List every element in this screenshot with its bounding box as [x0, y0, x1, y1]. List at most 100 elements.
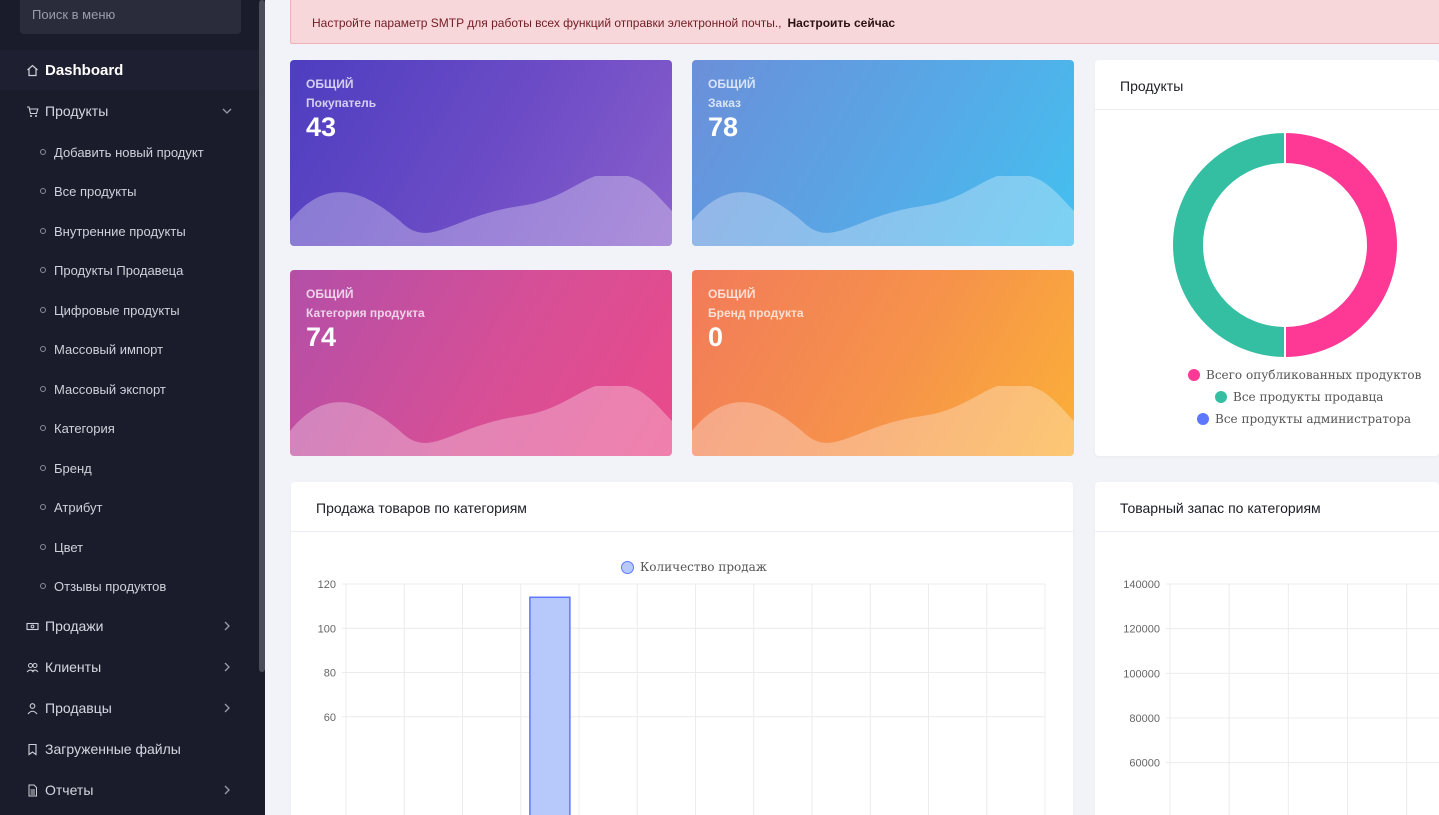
- user-icon: [25, 701, 39, 715]
- cart-icon: [25, 104, 39, 118]
- legend-item: Все продукты продавца: [1215, 390, 1383, 404]
- sidebar-item-products[interactable]: Продукты: [0, 91, 259, 131]
- stat-card-customers: ОБЩИЙ Покупатель 43: [290, 60, 672, 246]
- sidebar-subitem-label: Категория: [54, 420, 115, 436]
- sidebar-scrollbar[interactable]: [259, 0, 265, 672]
- sidebar-item-sales[interactable]: Продажи: [0, 606, 259, 646]
- sidebar-subitem-label: Массовый экспорт: [54, 381, 166, 397]
- bullet-icon: [40, 228, 46, 234]
- wave-decoration: [290, 386, 672, 456]
- y-tick-label: 100000: [1123, 668, 1160, 680]
- y-tick-label: 80000: [1129, 713, 1160, 725]
- panel-title: Продукты: [1120, 78, 1184, 94]
- products-panel: Продукты Всего опубликованных продуктов …: [1095, 60, 1439, 456]
- chevron-down-icon: [220, 104, 234, 118]
- sidebar-item-label: Загруженные файлы: [45, 741, 181, 757]
- legend-swatch: [1215, 391, 1227, 403]
- donut-slice: [1284, 130, 1399, 360]
- sidebar-item-sellers[interactable]: Продавцы: [0, 688, 259, 728]
- sidebar-subitem-label: Массовый импорт: [54, 341, 164, 357]
- smtp-alert: Настройте параметр SMTP для работы всех …: [290, 0, 1439, 44]
- sidebar-subitem-bulk-import[interactable]: Массовый импорт: [0, 334, 259, 364]
- sidebar-subitem-label: Все продукты: [54, 183, 137, 199]
- configure-now-link[interactable]: Настроить сейчас: [787, 16, 895, 30]
- legend-swatch: [1188, 369, 1200, 381]
- stat-label-name: Заказ: [708, 96, 741, 110]
- sidebar-subitem-add-product[interactable]: Добавить новый продукт: [0, 137, 259, 167]
- sidebar-subitem-bulk-export[interactable]: Массовый экспорт: [0, 374, 259, 404]
- sidebar-subitem-color[interactable]: Цвет: [0, 532, 259, 562]
- stat-label-total: ОБЩИЙ: [708, 77, 756, 91]
- y-tick-label: 60000: [1129, 758, 1160, 770]
- legend-swatch: [1197, 413, 1209, 425]
- donut-slice: [1171, 130, 1286, 360]
- sales-bar-chart: 120 100 80 60: [318, 579, 1046, 815]
- sidebar-subitem-seller-products[interactable]: Продукты Продавеца: [0, 255, 259, 285]
- bar: [529, 596, 571, 815]
- sidebar-subitem-inhouse-products[interactable]: Внутренние продукты: [0, 216, 259, 246]
- chevron-right-icon: [220, 701, 234, 715]
- y-tick-label: 120: [318, 579, 336, 591]
- sidebar-subitem-attribute[interactable]: Атрибут: [0, 492, 259, 522]
- bullet-icon: [40, 465, 46, 471]
- sidebar-subitem-label: Внутренние продукты: [54, 223, 186, 239]
- stat-value: 43: [306, 112, 337, 142]
- y-tick-label: 80: [324, 668, 336, 680]
- bullet-icon: [40, 188, 46, 194]
- bullet-icon: [40, 504, 46, 510]
- sales-by-category-panel: Продажа товаров по категориям Количество…: [291, 482, 1073, 815]
- home-icon: [25, 63, 39, 77]
- sidebar-item-reports[interactable]: Отчеты: [0, 770, 259, 810]
- stat-label-name: Категория продукта: [306, 306, 425, 320]
- sidebar-subitem-all-products[interactable]: Все продукты: [0, 176, 259, 206]
- sidebar: Поиск в меню Dashboard Продукты Добавить…: [0, 0, 265, 815]
- bullet-icon: [40, 425, 46, 431]
- legend-label: Все продукты продавца: [1233, 390, 1384, 404]
- stat-card-orders: ОБЩИЙ Заказ 78: [692, 60, 1074, 246]
- y-tick-label: 100: [318, 623, 336, 635]
- legend-item: Все продукты администратора: [1197, 412, 1411, 426]
- stat-label-total: ОБЩИЙ: [306, 77, 354, 91]
- legend-label: Всего опубликованных продуктов: [1206, 368, 1422, 382]
- users-icon: [25, 660, 39, 674]
- chevron-right-icon: [220, 619, 234, 633]
- sidebar-subitem-label: Добавить новый продукт: [54, 144, 204, 160]
- sidebar-item-customers[interactable]: Клиенты: [0, 647, 259, 687]
- chevron-right-icon: [220, 660, 234, 674]
- file-icon: [25, 783, 39, 797]
- bullet-icon: [40, 149, 46, 155]
- sidebar-subitem-category[interactable]: Категория: [0, 413, 259, 443]
- y-tick-label: 120000: [1123, 624, 1160, 636]
- money-icon: [25, 619, 39, 633]
- sidebar-item-label: Продавцы: [45, 700, 112, 716]
- stat-value: 0: [708, 322, 724, 352]
- wave-decoration: [692, 386, 1074, 456]
- sidebar-subitem-label: Отзывы продуктов: [54, 578, 167, 594]
- legend-item: Всего опубликованных продуктов: [1188, 368, 1421, 382]
- folder-icon: [25, 742, 39, 756]
- sidebar-item-label: Продажи: [45, 618, 104, 634]
- alert-text: Настройте параметр SMTP для работы всех …: [312, 16, 782, 30]
- stat-card-categories: ОБЩИЙ Категория продукта 74: [290, 270, 672, 456]
- sidebar-item-uploads[interactable]: Загруженные файлы: [0, 729, 259, 769]
- chevron-right-icon: [220, 783, 234, 797]
- wave-decoration: [290, 176, 672, 246]
- sidebar-subitem-reviews[interactable]: Отзывы продуктов: [0, 571, 259, 601]
- sidebar-item-label: Продукты: [45, 103, 109, 119]
- sidebar-subitem-label: Продукты Продавеца: [54, 262, 184, 278]
- y-tick-label: 60: [324, 712, 336, 724]
- sidebar-item-label: Dashboard: [45, 61, 124, 79]
- sidebar-item-dashboard[interactable]: Dashboard: [0, 50, 259, 90]
- y-tick-label: 140000: [1123, 579, 1160, 591]
- sidebar-item-label: Клиенты: [45, 659, 102, 675]
- sidebar-subitem-label: Бренд: [54, 460, 92, 476]
- products-donut-chart: [1171, 130, 1399, 360]
- stock-bar-chart: 140000 120000 100000 80000 60000: [1123, 579, 1439, 815]
- stock-by-category-panel: Товарный запас по категориям 140000 12000…: [1095, 482, 1439, 815]
- sidebar-subitem-label: Цифровые продукты: [54, 302, 180, 318]
- stat-value: 78: [708, 112, 739, 142]
- sidebar-subitem-digital-products[interactable]: Цифровые продукты: [0, 295, 259, 325]
- bullet-icon: [40, 267, 46, 273]
- menu-search-input[interactable]: Поиск в меню: [20, 0, 241, 34]
- sidebar-subitem-brand[interactable]: Бренд: [0, 453, 259, 483]
